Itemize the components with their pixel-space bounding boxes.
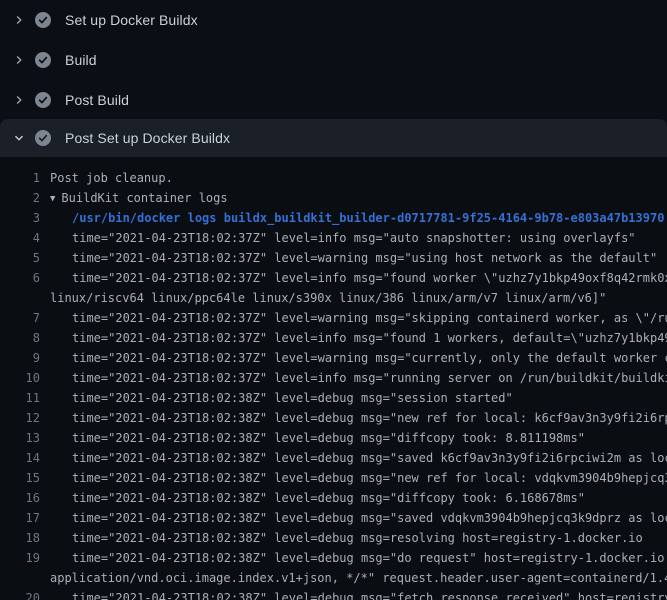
log-line-text: time="2021-04-23T18:02:38Z" level=debug … bbox=[40, 471, 667, 485]
steps-list: Set up Docker Buildx Build Post Build bbox=[0, 0, 667, 157]
log-line-number[interactable]: 10 bbox=[0, 371, 40, 385]
actions-log-viewer: Set up Docker Buildx Build Post Build bbox=[0, 0, 667, 600]
log-line: 5 time="2021-04-23T18:02:37Z" level=warn… bbox=[0, 248, 667, 268]
log-line-text: Post job cleanup. bbox=[40, 171, 173, 185]
log-line: 12 time="2021-04-23T18:02:38Z" level=deb… bbox=[0, 408, 667, 428]
log-line-text: linux/riscv64 linux/ppc64le linux/s390x … bbox=[40, 291, 606, 305]
log-pane: 1 Post job cleanup. 2 ▼BuildKit containe… bbox=[0, 157, 667, 600]
chevron-down-icon[interactable] bbox=[13, 132, 25, 144]
log-line-number[interactable]: 9 bbox=[0, 351, 40, 365]
log-line: 13 time="2021-04-23T18:02:38Z" level=deb… bbox=[0, 428, 667, 448]
log-line-text: ▼BuildKit container logs bbox=[40, 191, 228, 205]
log-line: 14 time="2021-04-23T18:02:38Z" level=deb… bbox=[0, 448, 667, 468]
log-line-number[interactable]: 7 bbox=[0, 311, 40, 325]
log-line: 7 time="2021-04-23T18:02:37Z" level=warn… bbox=[0, 308, 667, 328]
log-line-number[interactable]: 18 bbox=[0, 531, 40, 545]
log-line-text: time="2021-04-23T18:02:38Z" level=debug … bbox=[40, 391, 513, 405]
log-line: application/vnd.oci.image.index.v1+json,… bbox=[0, 568, 667, 588]
log-line-text: time="2021-04-23T18:02:37Z" level=info m… bbox=[40, 371, 667, 385]
log-line: 16 time="2021-04-23T18:02:38Z" level=deb… bbox=[0, 488, 667, 508]
log-line-number[interactable]: 19 bbox=[0, 551, 40, 565]
log-line: 10 time="2021-04-23T18:02:37Z" level=inf… bbox=[0, 368, 667, 388]
log-line-number[interactable]: 17 bbox=[0, 511, 40, 525]
check-icon bbox=[35, 52, 51, 68]
log-line-text: application/vnd.oci.image.index.v1+json,… bbox=[40, 571, 667, 585]
log-line-number[interactable]: 16 bbox=[0, 491, 40, 505]
log-line-number[interactable]: 3 bbox=[0, 211, 40, 225]
check-icon bbox=[35, 130, 51, 146]
log-line-text: time="2021-04-23T18:02:37Z" level=warnin… bbox=[40, 251, 657, 265]
log-line: 9 time="2021-04-23T18:02:37Z" level=warn… bbox=[0, 348, 667, 368]
step-label: Post Set up Docker Buildx bbox=[65, 131, 230, 145]
log-line-number[interactable]: 11 bbox=[0, 391, 40, 405]
log-line: 20 time="2021-04-23T18:02:38Z" level=deb… bbox=[0, 588, 667, 600]
step-row-setup-docker-buildx[interactable]: Set up Docker Buildx bbox=[0, 0, 667, 40]
log-line: linux/riscv64 linux/ppc64le linux/s390x … bbox=[0, 288, 667, 308]
log-line-number[interactable]: 8 bbox=[0, 331, 40, 345]
log-line-number[interactable]: 2 bbox=[0, 191, 40, 205]
log-line: 1 Post job cleanup. bbox=[0, 168, 667, 188]
log-line-text: time="2021-04-23T18:02:38Z" level=debug … bbox=[40, 451, 667, 465]
check-icon bbox=[35, 92, 51, 108]
log-line-number[interactable]: 5 bbox=[0, 251, 40, 265]
log-line-text: time="2021-04-23T18:02:38Z" level=debug … bbox=[40, 531, 643, 545]
step-row-post-build[interactable]: Post Build bbox=[0, 80, 667, 120]
log-line-text: time="2021-04-23T18:02:38Z" level=debug … bbox=[40, 491, 585, 505]
log-line: 15 time="2021-04-23T18:02:38Z" level=deb… bbox=[0, 468, 667, 488]
log-line: 3 /usr/bin/docker logs buildx_buildkit_b… bbox=[0, 208, 667, 228]
step-row-post-setup-docker-buildx[interactable]: Post Set up Docker Buildx bbox=[0, 119, 667, 157]
log-line-number[interactable]: 14 bbox=[0, 451, 40, 465]
log-line: 2 ▼BuildKit container logs bbox=[0, 188, 667, 208]
log-line-text: /usr/bin/docker logs buildx_buildkit_bui… bbox=[40, 211, 664, 225]
step-label: Set up Docker Buildx bbox=[65, 13, 198, 27]
log-line-number[interactable]: 4 bbox=[0, 231, 40, 245]
log-line-text: time="2021-04-23T18:02:38Z" level=debug … bbox=[40, 551, 667, 565]
chevron-right-icon[interactable] bbox=[13, 14, 25, 26]
log-line-text: time="2021-04-23T18:02:38Z" level=debug … bbox=[40, 511, 667, 525]
log-line-text: time="2021-04-23T18:02:37Z" level=info m… bbox=[40, 271, 667, 285]
step-label: Build bbox=[65, 53, 97, 67]
step-row-build[interactable]: Build bbox=[0, 40, 667, 80]
log-line: 6 time="2021-04-23T18:02:37Z" level=info… bbox=[0, 268, 667, 288]
log-line-text: time="2021-04-23T18:02:38Z" level=debug … bbox=[40, 431, 585, 445]
log-line: 19 time="2021-04-23T18:02:38Z" level=deb… bbox=[0, 548, 667, 568]
log-line: 11 time="2021-04-23T18:02:38Z" level=deb… bbox=[0, 388, 667, 408]
log-line-number[interactable]: 15 bbox=[0, 471, 40, 485]
log-line: 18 time="2021-04-23T18:02:38Z" level=deb… bbox=[0, 528, 667, 548]
group-toggle-triangle-icon[interactable]: ▼ bbox=[50, 194, 55, 204]
log-line-number[interactable]: 12 bbox=[0, 411, 40, 425]
log-line: 8 time="2021-04-23T18:02:37Z" level=info… bbox=[0, 328, 667, 348]
chevron-right-icon[interactable] bbox=[13, 54, 25, 66]
check-icon bbox=[35, 12, 51, 28]
log-line-number[interactable]: 13 bbox=[0, 431, 40, 445]
log-line-text: time="2021-04-23T18:02:37Z" level=info m… bbox=[40, 331, 667, 345]
log-line-number[interactable]: 20 bbox=[0, 591, 40, 600]
log-line: 4 time="2021-04-23T18:02:37Z" level=info… bbox=[0, 228, 667, 248]
log-line-text: time="2021-04-23T18:02:37Z" level=warnin… bbox=[40, 311, 667, 325]
log-line-text: time="2021-04-23T18:02:38Z" level=debug … bbox=[40, 411, 667, 425]
step-label: Post Build bbox=[65, 93, 129, 107]
log-line-text: time="2021-04-23T18:02:38Z" level=debug … bbox=[40, 591, 667, 600]
log-line-number[interactable]: 1 bbox=[0, 171, 40, 185]
chevron-right-icon[interactable] bbox=[13, 94, 25, 106]
log-line: 17 time="2021-04-23T18:02:38Z" level=deb… bbox=[0, 508, 667, 528]
log-line-text: time="2021-04-23T18:02:37Z" level=warnin… bbox=[40, 351, 667, 365]
log-line-text: time="2021-04-23T18:02:37Z" level=info m… bbox=[40, 231, 636, 245]
log-line-number[interactable]: 6 bbox=[0, 271, 40, 285]
